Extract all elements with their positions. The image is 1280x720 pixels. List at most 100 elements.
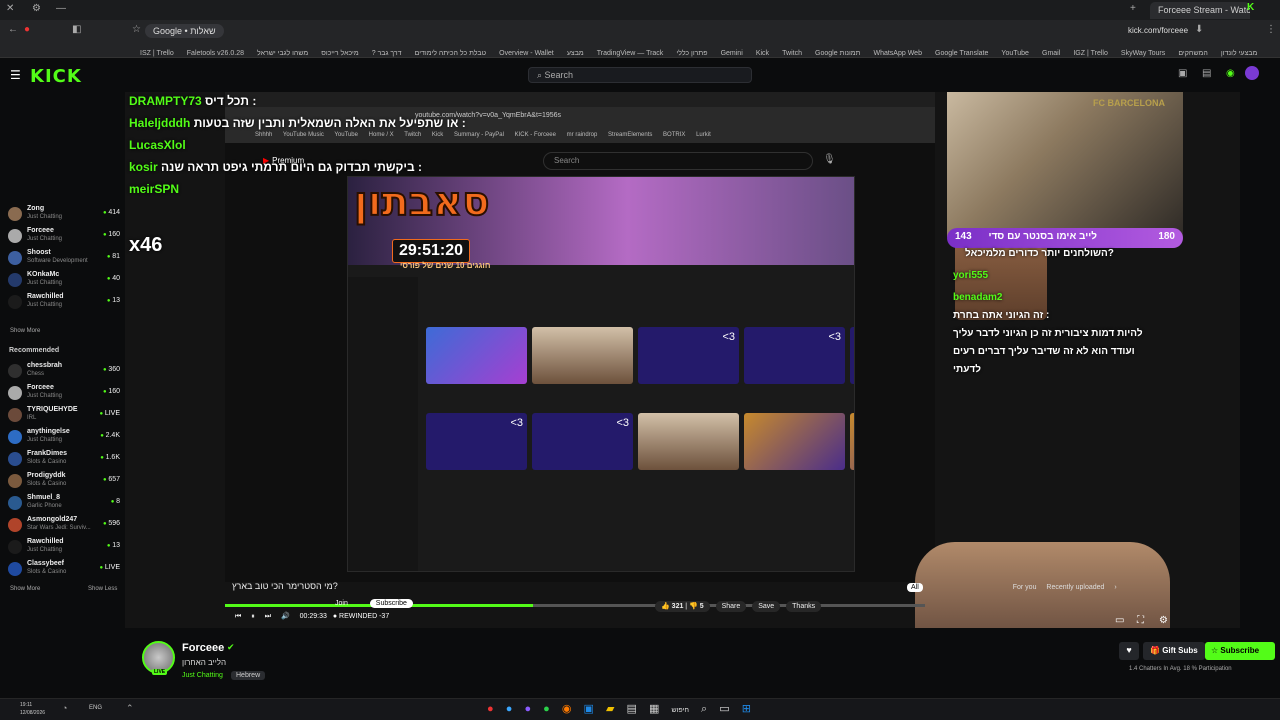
bookmark[interactable]: המשחקים bbox=[1178, 50, 1207, 57]
settings-icon[interactable]: ⚙ bbox=[1159, 616, 1168, 626]
chip-for-you[interactable]: For you bbox=[1013, 584, 1037, 591]
kebab-menu-icon[interactable]: ⋮ bbox=[1266, 25, 1276, 35]
bookmark[interactable]: Gemini bbox=[721, 50, 743, 57]
wifi-icon[interactable]: ◔ bbox=[62, 704, 67, 713]
chip-all[interactable]: All bbox=[907, 583, 923, 592]
inbox-icon[interactable]: ▤ bbox=[1202, 69, 1211, 79]
volume-icon[interactable]: 🔊 bbox=[281, 613, 290, 620]
thanks-button[interactable]: Thanks bbox=[786, 601, 822, 612]
chevron-right-icon[interactable]: › bbox=[1114, 584, 1116, 591]
join-button[interactable]: Join bbox=[335, 600, 348, 607]
windows-start-icon[interactable]: ⊞ bbox=[742, 703, 751, 715]
star-icon[interactable]: ☆ bbox=[132, 25, 141, 35]
sidebar-item-following[interactable]: Forceee Just Chatting 160 bbox=[8, 227, 120, 247]
downloads-icon[interactable]: ⬇ bbox=[1195, 25, 1203, 35]
app-icon[interactable]: ▦ bbox=[649, 703, 659, 715]
bookmark[interactable]: WhatsApp Web bbox=[873, 50, 922, 57]
bookmark[interactable]: מבצעי לונדון bbox=[1221, 50, 1257, 57]
yt-subscribe-button[interactable]: Subscribe bbox=[369, 599, 413, 608]
bookmark[interactable]: YouTube bbox=[1001, 50, 1029, 57]
sidebar-item-recommended[interactable]: chessbrah Chess 360 bbox=[8, 362, 120, 382]
theater-mode-icon[interactable]: ▭ bbox=[1115, 616, 1124, 626]
sidebar-item-following[interactable]: KOnkaMc Just Chatting 40 bbox=[8, 271, 120, 291]
taskbar-search[interactable]: חיפוש bbox=[671, 707, 688, 714]
share-button[interactable]: Share bbox=[715, 601, 747, 612]
record-icon[interactable]: ● bbox=[24, 25, 30, 35]
channel-name[interactable]: Forceee bbox=[182, 642, 224, 654]
sidebar-item-recommended[interactable]: Rawchilled Just Chatting 13 bbox=[8, 538, 120, 558]
sidebar-item-recommended[interactable]: FrankDimes Slots & Casino 1.6K bbox=[8, 450, 120, 470]
bookmark[interactable]: Faletools v26.0.28 bbox=[187, 50, 244, 57]
back-icon[interactable]: ← bbox=[8, 25, 18, 35]
extension-icon[interactable]: ◧ bbox=[72, 25, 81, 35]
show-more-link[interactable]: Show More bbox=[10, 328, 40, 334]
bookmark[interactable]: מיכאל רייכוס bbox=[321, 50, 358, 57]
bookmark[interactable]: TradingView — Track bbox=[597, 50, 664, 57]
chrome-icon[interactable]: ◉ bbox=[562, 703, 572, 715]
sidebar-item-recommended[interactable]: Prodigyddk Slots & Casino 657 bbox=[8, 472, 120, 492]
bookmark[interactable]: SkyWay Tours bbox=[1121, 50, 1165, 57]
bookmark[interactable]: Google Translate bbox=[935, 50, 988, 57]
bookmark[interactable]: פתרון כללי bbox=[676, 50, 707, 57]
bookmark[interactable]: מבצע bbox=[567, 50, 584, 57]
save-button[interactable]: Save bbox=[752, 601, 781, 612]
task-view-icon[interactable]: ▭ bbox=[719, 703, 729, 715]
search-icon[interactable]: ⌕ bbox=[701, 703, 707, 715]
app-icon[interactable]: ▤ bbox=[627, 703, 637, 715]
app-icon[interactable]: ● bbox=[524, 703, 531, 715]
sidebar-item-recommended[interactable]: anythingelse Just Chatting 2.4K bbox=[8, 428, 120, 448]
pause-icon[interactable]: ⏸ bbox=[251, 613, 255, 620]
minimize-icon[interactable]: — bbox=[56, 4, 66, 14]
show-less-link[interactable]: Show Less bbox=[88, 586, 117, 592]
chevron-up-icon[interactable]: ⌃ bbox=[126, 704, 134, 713]
app-icon[interactable]: ▣ bbox=[584, 703, 594, 715]
sidebar-item-recommended[interactable]: Shmuel_8 Garlic Phone 8 bbox=[8, 494, 120, 514]
language-indicator[interactable]: ENG bbox=[89, 705, 102, 711]
sidebar-item-following[interactable]: Zong Just Chatting 414 bbox=[8, 205, 120, 225]
bookmark[interactable]: IGZ | Trello bbox=[1073, 50, 1108, 57]
previous-icon[interactable]: ⏮ bbox=[235, 613, 241, 620]
wallet-icon[interactable]: ▣ bbox=[1178, 69, 1187, 79]
url-field[interactable]: kick.com/forceee bbox=[1128, 26, 1188, 35]
app-icon[interactable]: ● bbox=[506, 703, 513, 715]
close-icon[interactable]: ✕ bbox=[6, 4, 14, 14]
kick-coin-icon[interactable]: ◉ bbox=[1226, 69, 1235, 79]
next-icon[interactable]: ⏭ bbox=[265, 613, 271, 620]
bookmark[interactable]: משהו לגבי ישראל bbox=[257, 50, 308, 57]
folder-icon[interactable]: ▰ bbox=[606, 703, 614, 715]
bookmark[interactable]: Kick bbox=[756, 50, 769, 57]
bookmark[interactable]: Overview - Wallet bbox=[499, 50, 554, 57]
gift-subs-button[interactable]: 🎁 Gift Subs bbox=[1143, 642, 1205, 660]
sidebar-item-following[interactable]: Rawchilled Just Chatting 13 bbox=[8, 293, 120, 313]
search-input[interactable]: ⌕ Search bbox=[528, 67, 752, 83]
subscribe-button[interactable]: ☆ Subscribe bbox=[1205, 642, 1275, 660]
stream-player[interactable]: youtube.com/watch?v=v0a_YqmEbrA&t=1956s … bbox=[125, 92, 1240, 628]
sidebar-item-recommended[interactable]: Classybeef Slots & Casino LIVE bbox=[8, 560, 120, 580]
stream-category[interactable]: Just Chatting bbox=[182, 672, 223, 679]
tab-kick-stream[interactable]: Forceee Stream - Watch Li bbox=[1150, 2, 1250, 19]
sidebar-item-following[interactable]: Shoost Software Development 81 bbox=[8, 249, 120, 269]
chip-recent[interactable]: Recently uploaded bbox=[1046, 584, 1104, 591]
bookmark[interactable]: Gmail bbox=[1042, 50, 1060, 57]
app-icon[interactable]: ● bbox=[543, 703, 550, 715]
browser-menu-icon[interactable]: ⚙ bbox=[32, 4, 41, 14]
bookmark[interactable]: Google תמונות bbox=[815, 50, 860, 57]
bookmark[interactable]: ISZ | Trello bbox=[140, 50, 174, 57]
sidebar-item-recommended[interactable]: TYRIQUEHYDE IRL LIVE bbox=[8, 406, 120, 426]
hamburger-menu-icon[interactable]: ☰ bbox=[10, 69, 21, 81]
show-more-link[interactable]: Show More bbox=[10, 586, 40, 592]
tab-google-search[interactable]: Google • שאלות bbox=[145, 24, 224, 38]
bookmark[interactable]: דרך גבר ? bbox=[372, 50, 402, 57]
sidebar-item-recommended[interactable]: Forceee Just Chatting 160 bbox=[8, 384, 120, 404]
kick-logo[interactable]: KICK bbox=[30, 66, 82, 87]
new-tab-icon[interactable]: + bbox=[1130, 4, 1136, 14]
user-avatar[interactable] bbox=[1245, 66, 1259, 80]
bookmark[interactable]: טבלת כל הכיתה לימודים bbox=[415, 50, 486, 57]
app-icon[interactable]: ● bbox=[487, 703, 494, 715]
language-tag[interactable]: Hebrew bbox=[231, 671, 266, 680]
like-button[interactable]: 👍 321 | 👎 5 bbox=[655, 601, 710, 612]
bookmark[interactable]: Twitch bbox=[782, 50, 802, 57]
fullscreen-icon[interactable]: ⛶ bbox=[1137, 616, 1144, 626]
follow-button[interactable]: ♥ bbox=[1119, 642, 1139, 660]
sidebar-item-recommended[interactable]: Asmongold247 Star Wars Jedi: Surviv... 5… bbox=[8, 516, 120, 536]
